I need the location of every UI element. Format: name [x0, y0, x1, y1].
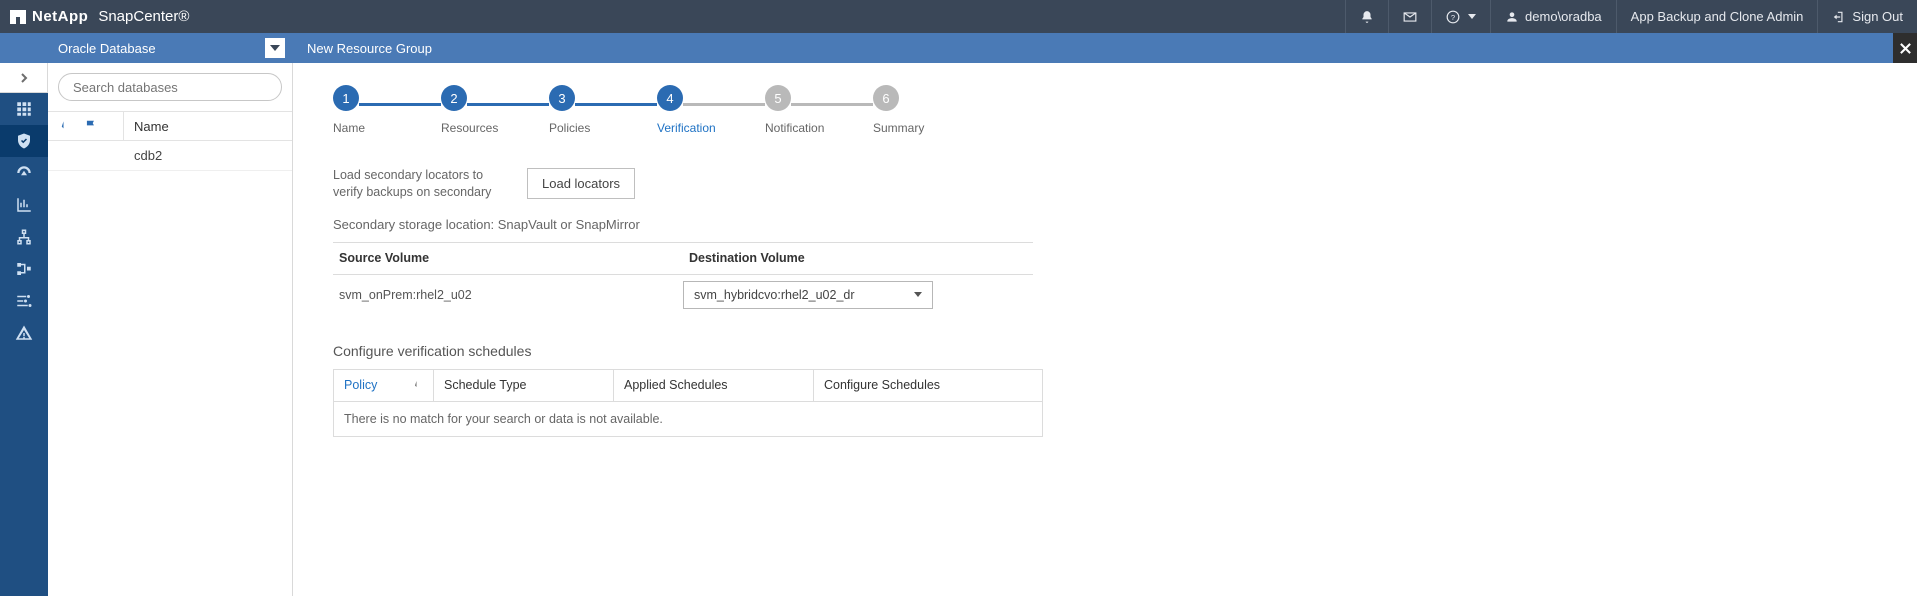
- grid-empty-message: There is no match for your search or dat…: [334, 402, 1042, 436]
- chevron-down-icon: [270, 45, 280, 51]
- list-header: Name: [48, 111, 292, 141]
- step-5[interactable]: 5: [765, 85, 791, 111]
- sub-header: Oracle Database New Resource Group: [0, 33, 1917, 63]
- rail-monitor[interactable]: [0, 157, 48, 189]
- netapp-logo-icon: [10, 10, 26, 24]
- col-configure-schedules: Configure Schedules: [814, 370, 1042, 401]
- mail-icon: [1403, 10, 1417, 24]
- messages-button[interactable]: [1388, 0, 1431, 33]
- storage-table: Source Volume Destination Volume svm_onP…: [333, 242, 1033, 315]
- close-icon: [1899, 42, 1912, 55]
- sitemap-icon: [15, 228, 33, 246]
- grid-icon: [15, 100, 33, 118]
- step-3[interactable]: 3: [549, 85, 575, 111]
- destination-volume-value: svm_hybridcvo:rhel2_u02_dr: [694, 288, 855, 302]
- step-label-1: Name: [333, 121, 359, 135]
- sliders-icon: [15, 292, 33, 310]
- col-applied-schedules: Applied Schedules: [614, 370, 814, 401]
- step-label-2: Resources: [441, 121, 467, 135]
- caret-down-icon: [1468, 14, 1476, 19]
- role-label-cell[interactable]: App Backup and Clone Admin: [1616, 0, 1818, 33]
- sort-icon[interactable]: [60, 119, 74, 133]
- col-source-volume: Source Volume: [333, 251, 683, 265]
- alert-icon: [15, 324, 33, 342]
- nav-rail: [0, 63, 48, 596]
- step-2[interactable]: 2: [441, 85, 467, 111]
- resource-type-cell: Oracle Database: [48, 38, 293, 58]
- rail-hosts[interactable]: [0, 221, 48, 253]
- brand-product: SnapCenter®: [98, 8, 189, 25]
- user-icon: [1505, 10, 1519, 24]
- bell-icon: [1360, 10, 1374, 24]
- schedules-grid: Policy Schedule Type Applied Schedules C…: [333, 369, 1043, 437]
- rail-storage[interactable]: [0, 253, 48, 285]
- list-item-label: cdb2: [124, 148, 162, 163]
- table-row: svm_onPrem:rhel2_u02 svm_hybridcvo:rhel2…: [333, 275, 1033, 315]
- help-button[interactable]: ?: [1431, 0, 1490, 33]
- step-label-5: Notification: [765, 121, 791, 135]
- resource-type-label: Oracle Database: [58, 41, 156, 56]
- resource-list-panel: Name cdb2: [48, 63, 293, 596]
- gauge-icon: [15, 164, 33, 182]
- step-4[interactable]: 4: [657, 85, 683, 111]
- chevron-right-icon: [19, 73, 29, 83]
- signout-icon: [1832, 10, 1846, 24]
- chevron-down-icon: [914, 292, 922, 297]
- brand: NetApp SnapCenter®: [10, 8, 189, 25]
- rail-dashboard[interactable]: [0, 93, 48, 125]
- list-item[interactable]: cdb2: [48, 141, 292, 171]
- step-1[interactable]: 1: [333, 85, 359, 111]
- load-locators-text: Load secondary locators to verify backup…: [333, 167, 503, 201]
- destination-volume-select[interactable]: svm_hybridcvo:rhel2_u02_dr: [683, 281, 933, 309]
- brand-vendor: NetApp: [32, 8, 88, 25]
- rail-alerts[interactable]: [0, 317, 48, 349]
- notifications-button[interactable]: [1345, 0, 1388, 33]
- help-icon: ?: [1446, 10, 1460, 24]
- user-label: demo\oradba: [1525, 9, 1602, 24]
- svg-text:?: ?: [1451, 12, 1455, 21]
- configure-schedules-title: Configure verification schedules: [333, 343, 1877, 359]
- main-panel: 1 2 3 4 5 6 Name Resources Policies Veri…: [293, 63, 1917, 596]
- shield-check-icon: [15, 132, 33, 150]
- step-label-4: Verification: [657, 121, 683, 135]
- page-title: New Resource Group: [293, 41, 432, 56]
- rail-settings[interactable]: [0, 285, 48, 317]
- col-dest-volume: Destination Volume: [683, 251, 1033, 265]
- col-policy[interactable]: Policy: [334, 370, 434, 401]
- rail-expand-button[interactable]: [0, 63, 48, 93]
- step-label-6: Summary: [873, 121, 899, 135]
- source-volume-value: svm_onPrem:rhel2_u02: [333, 288, 683, 302]
- load-locators-button[interactable]: Load locators: [527, 168, 635, 199]
- nodes-icon: [15, 260, 33, 278]
- rail-reports[interactable]: [0, 189, 48, 221]
- search-input[interactable]: [58, 73, 282, 101]
- sort-icon: [413, 379, 425, 391]
- step-label-3: Policies: [549, 121, 575, 135]
- rail-resources[interactable]: [0, 125, 48, 157]
- chart-icon: [15, 196, 33, 214]
- flag-icon[interactable]: [84, 119, 98, 133]
- top-header: NetApp SnapCenter® ? demo\oradba App Bac…: [0, 0, 1917, 33]
- resource-type-dropdown[interactable]: [265, 38, 285, 58]
- signout-button[interactable]: Sign Out: [1817, 0, 1917, 33]
- step-6[interactable]: 6: [873, 85, 899, 111]
- secondary-storage-title: Secondary storage location: SnapVault or…: [333, 217, 1877, 232]
- col-schedule-type: Schedule Type: [434, 370, 614, 401]
- column-name: Name: [124, 119, 169, 134]
- role-label: App Backup and Clone Admin: [1631, 9, 1804, 24]
- close-button[interactable]: [1893, 33, 1917, 63]
- signout-label: Sign Out: [1852, 9, 1903, 24]
- user-menu[interactable]: demo\oradba: [1490, 0, 1616, 33]
- wizard-steps: 1 2 3 4 5 6 Name Resources Policies Veri…: [293, 63, 1917, 145]
